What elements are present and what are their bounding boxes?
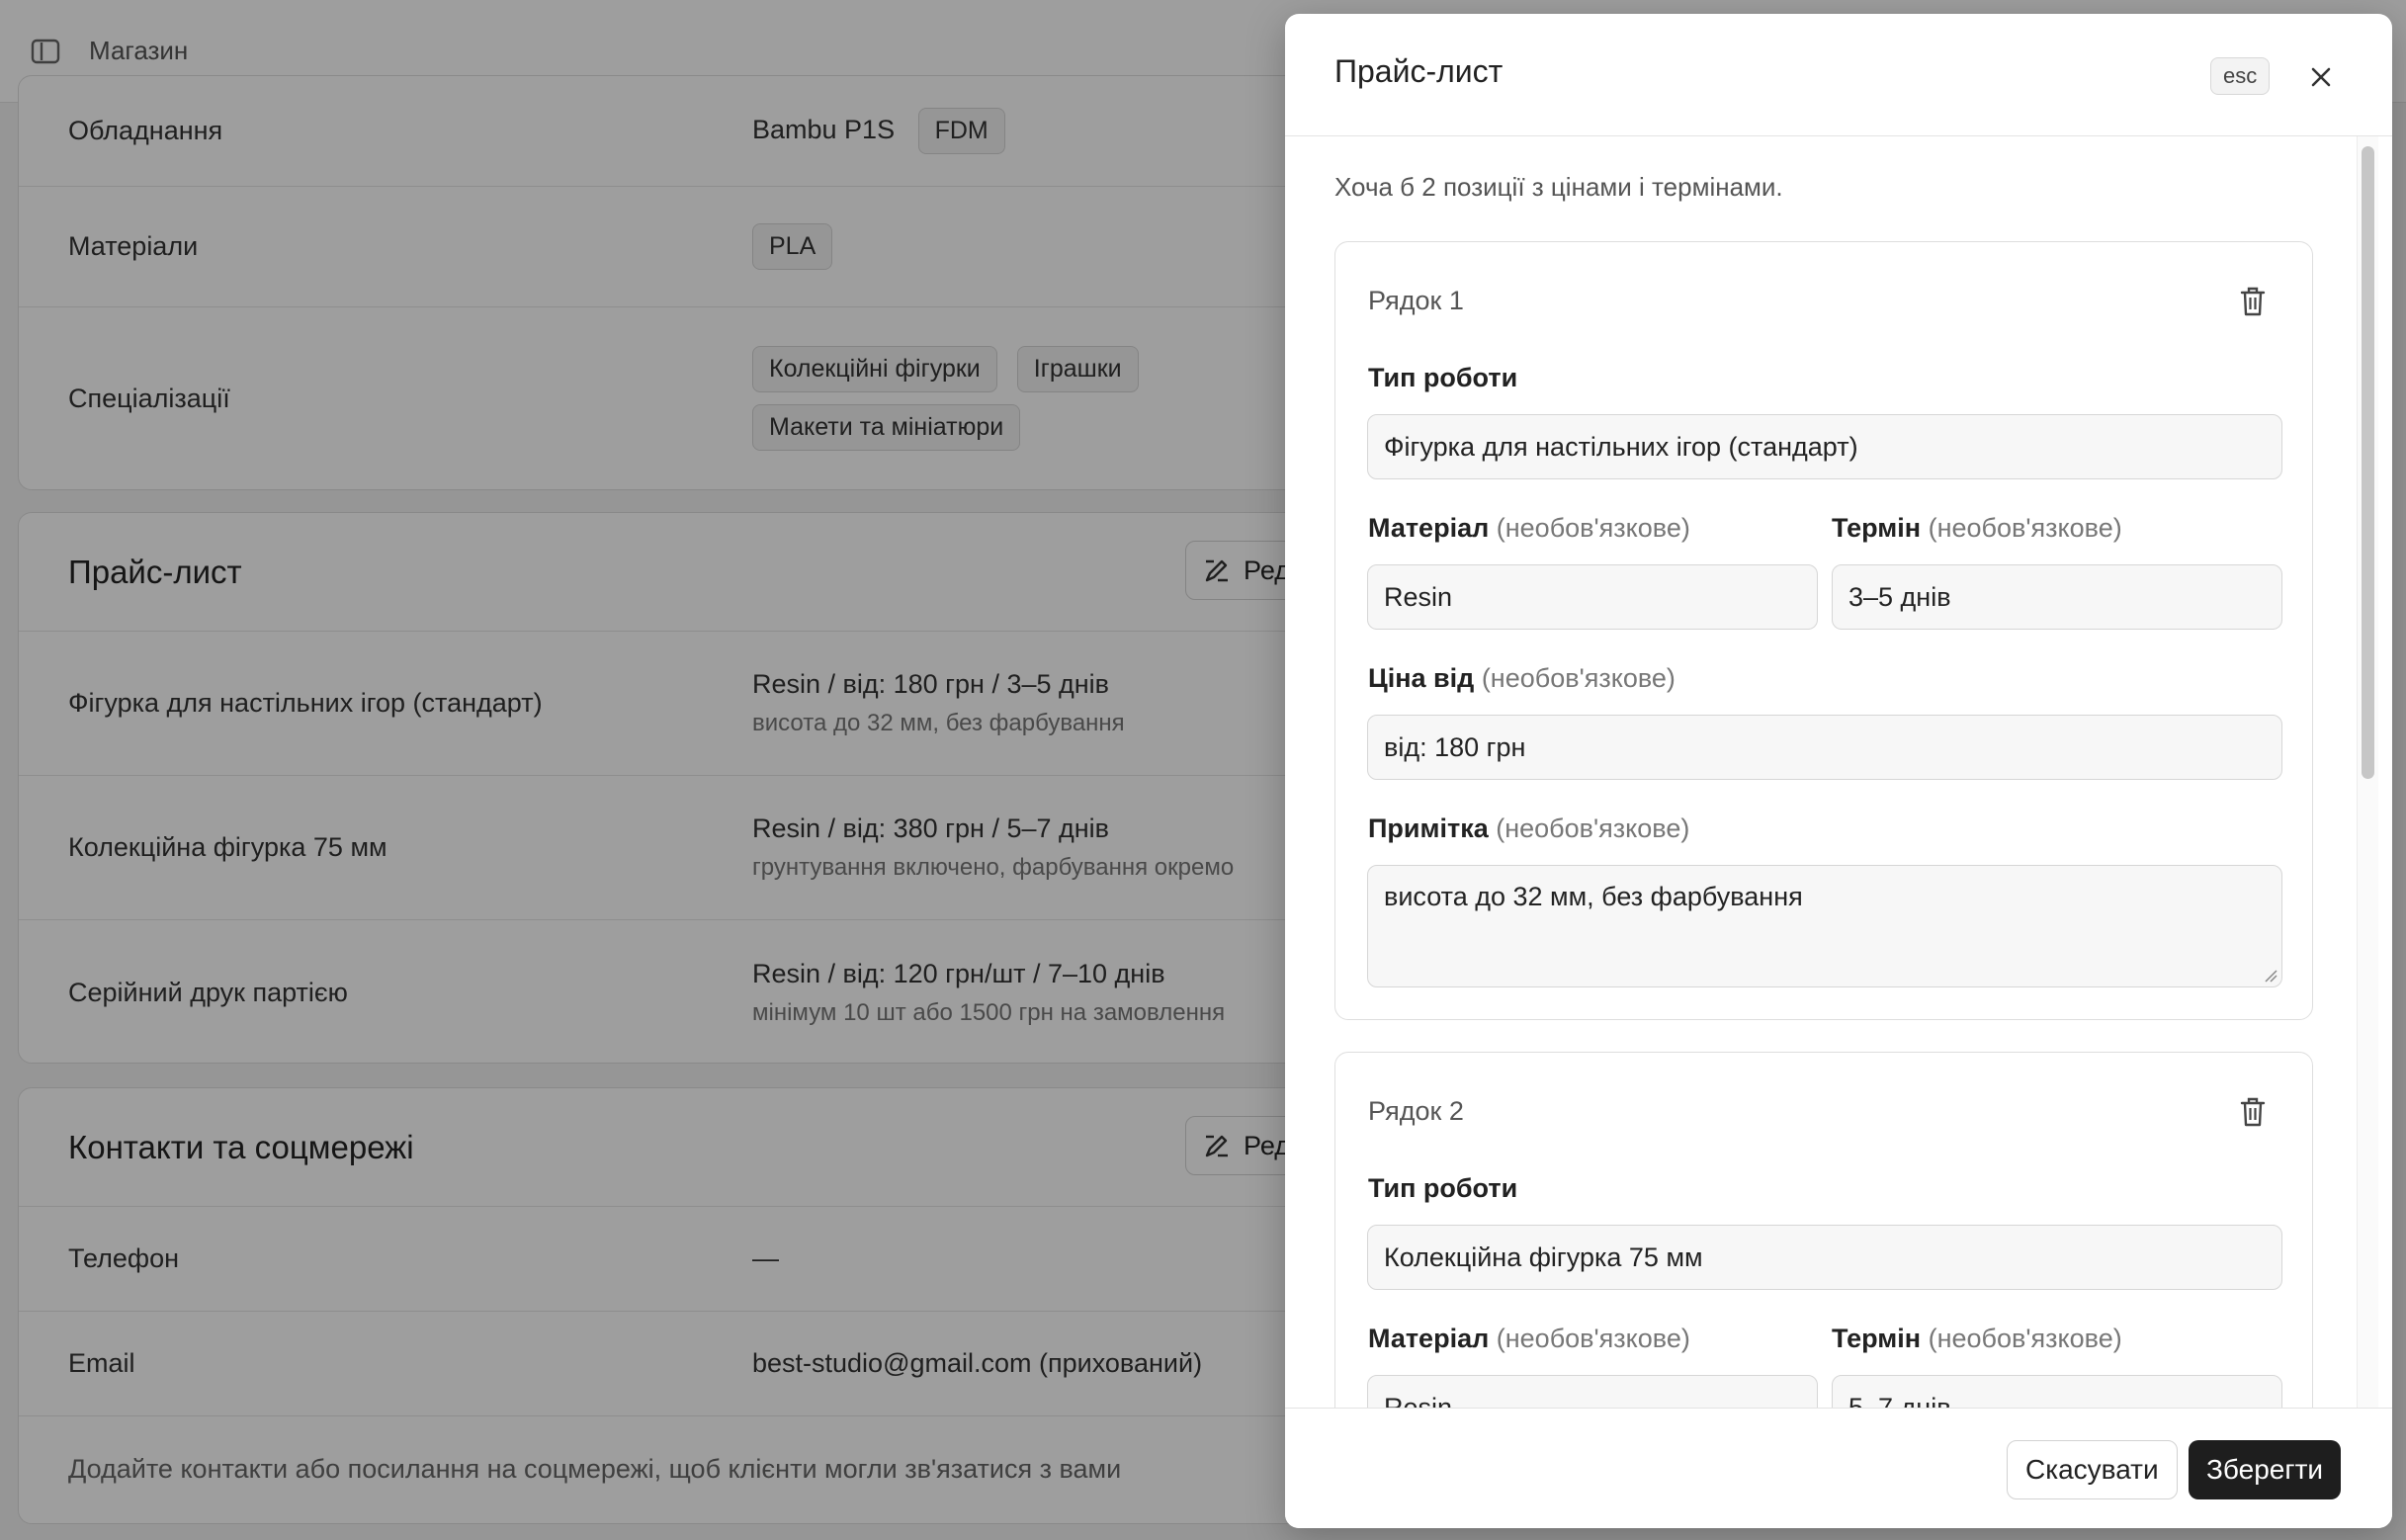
dialog-hint: Хоча б 2 позиції з цінами і термінами. xyxy=(1334,172,1783,202)
term-label: Термін (необов'язкове) xyxy=(1832,513,2122,543)
dialog-header: Прайс-лист esc xyxy=(1285,14,2392,136)
dialog-title: Прайс-лист xyxy=(1334,53,1504,89)
price-line-card: Рядок 2 Тип роботи Колекційна фігурка 75… xyxy=(1334,1052,2313,1408)
optional-hint: (необов'язкове) xyxy=(1481,663,1676,693)
cancel-button[interactable]: Скасувати xyxy=(2007,1440,2178,1499)
dialog-footer: Скасувати Зберегти xyxy=(1285,1408,2392,1528)
line-title: Рядок 2 xyxy=(1368,1096,1464,1126)
dialog-body: Хоча б 2 позиції з цінами і термінами. Р… xyxy=(1285,136,2392,1408)
close-icon[interactable] xyxy=(2299,55,2343,99)
note-label: Примітка (необов'язкове) xyxy=(1368,813,1690,843)
term-input[interactable]: 5–7 днів xyxy=(1832,1375,2282,1408)
trash-icon[interactable] xyxy=(2233,1092,2273,1132)
line-title: Рядок 1 xyxy=(1368,286,1464,315)
trash-icon[interactable] xyxy=(2233,282,2273,321)
optional-hint: (необов'язкове) xyxy=(1496,513,1690,543)
pricelist-dialog: Прайс-лист esc Хоча б 2 позиції з цінами… xyxy=(1285,14,2392,1528)
dialog-scrollbar[interactable] xyxy=(2357,136,2378,1408)
material-input[interactable]: Resin xyxy=(1367,1375,1818,1408)
save-button[interactable]: Зберегти xyxy=(2189,1440,2342,1499)
work-type-input[interactable]: Колекційна фігурка 75 мм xyxy=(1367,1225,2282,1290)
esc-key-hint: esc xyxy=(2210,57,2271,95)
price-from-input[interactable]: від: 180 грн xyxy=(1367,715,2282,780)
optional-hint: (необов'язкове) xyxy=(1496,813,1690,843)
resize-grip-icon[interactable] xyxy=(2264,969,2277,983)
work-type-label: Тип роботи xyxy=(1368,363,1518,392)
work-type-label: Тип роботи xyxy=(1368,1173,1518,1203)
note-textarea[interactable]: висота до 32 мм, без фарбування xyxy=(1367,865,2282,987)
optional-hint: (необов'язкове) xyxy=(1496,1324,1690,1353)
material-label: Матеріал (необов'язкове) xyxy=(1368,513,1690,543)
term-label: Термін (необов'язкове) xyxy=(1832,1324,2122,1353)
work-type-input[interactable]: Фігурка для настільних ігор (стандарт) xyxy=(1367,414,2282,479)
material-label: Матеріал (необов'язкове) xyxy=(1368,1324,1690,1353)
scrollbar-thumb[interactable] xyxy=(2362,146,2374,779)
material-input[interactable]: Resin xyxy=(1367,564,1818,630)
note-text: висота до 32 мм, без фарбування xyxy=(1384,882,1803,911)
optional-hint: (необов'язкове) xyxy=(1928,513,2122,543)
term-input[interactable]: 3–5 днів xyxy=(1832,564,2282,630)
optional-hint: (необов'язкове) xyxy=(1928,1324,2122,1353)
price-from-label: Ціна від (необов'язкове) xyxy=(1368,663,1676,693)
price-line-card: Рядок 1 Тип роботи Фігурка для настільни… xyxy=(1334,241,2313,1020)
